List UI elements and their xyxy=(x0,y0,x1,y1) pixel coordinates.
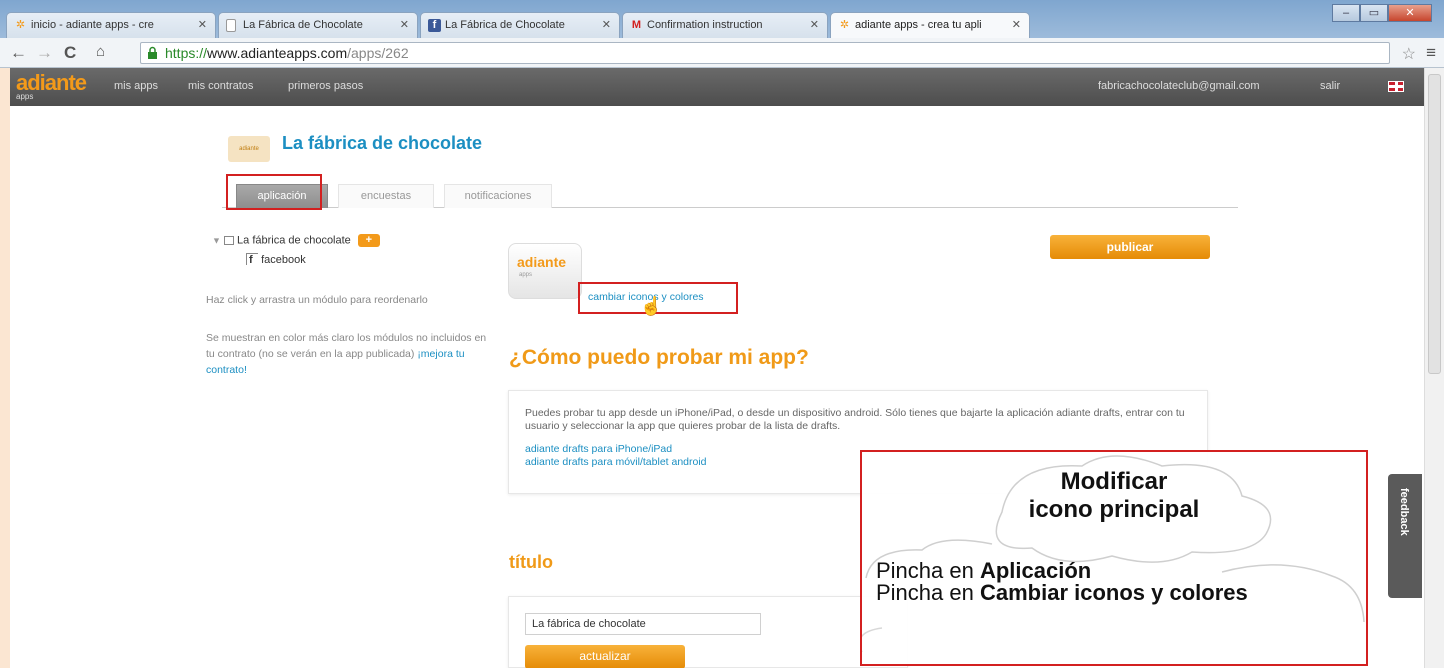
forward-icon[interactable]: → xyxy=(36,43,53,63)
scrollbar-thumb[interactable] xyxy=(1428,74,1441,374)
title-box: actualizar xyxy=(508,596,908,668)
browser-tab[interactable]: M Confirmation instruction ✕ xyxy=(622,12,828,38)
drafts-android-link[interactable]: adiante drafts para móvil/tablet android xyxy=(525,456,707,468)
app-title: La fábrica de chocolate xyxy=(282,133,483,153)
tree-root-item[interactable]: ▼ La fábrica de chocolate + xyxy=(212,234,380,247)
gmail-favicon-icon: M xyxy=(631,19,642,31)
close-tab-icon[interactable]: ✕ xyxy=(602,18,611,31)
nav-mis-contratos[interactable]: mis contratos xyxy=(188,80,253,92)
test-description: Puedes probar tu app desde un iPhone/iPa… xyxy=(525,407,1185,432)
callout-heading-line1: Modificar xyxy=(1060,468,1168,495)
lock-icon xyxy=(148,46,157,59)
maximize-icon[interactable]: ▭ xyxy=(1360,4,1388,22)
callout-step-1: Pincha en Aplicación xyxy=(876,558,1092,583)
tutorial-callout: Modificar icono principal Pincha en Apli… xyxy=(860,450,1368,666)
tab-notificaciones[interactable]: notificaciones xyxy=(444,184,552,208)
tab-strip: ✲ inicio - adiante apps - cre ✕ La Fábri… xyxy=(0,0,1444,38)
page-scrollbar[interactable] xyxy=(1424,68,1444,668)
test-heading: ¿Cómo puedo probar mi app? xyxy=(509,346,809,369)
reorder-hint: Haz click y arrastra un módulo para reor… xyxy=(206,294,428,306)
app-thumbnail: adiante xyxy=(228,136,270,162)
collapse-arrow-icon[interactable]: ▼ xyxy=(212,235,221,245)
browser-tab-active[interactable]: ✲ adiante apps - crea tu apli ✕ xyxy=(830,12,1030,38)
app-title-input[interactable] xyxy=(525,613,761,635)
logout-link[interactable]: salir xyxy=(1320,80,1340,92)
adiante-logo[interactable]: adiante apps xyxy=(16,70,87,101)
browser-tab[interactable]: ✲ inicio - adiante apps - cre ✕ xyxy=(6,12,216,38)
window-controls: – ▭ ✕ xyxy=(1332,4,1432,22)
menu-icon[interactable]: ≡ xyxy=(1426,43,1436,63)
folder-icon xyxy=(223,236,234,245)
reload-icon[interactable]: C xyxy=(64,43,76,63)
title-heading: título xyxy=(509,552,553,572)
drafts-ios-link[interactable]: adiante drafts para iPhone/iPad xyxy=(525,443,672,455)
back-icon[interactable]: ← xyxy=(10,43,27,63)
minimize-icon[interactable]: – xyxy=(1332,4,1360,22)
publish-button[interactable]: publicar xyxy=(1050,235,1210,259)
nav-mis-apps[interactable]: mis apps xyxy=(114,80,158,92)
nav-primeros-pasos[interactable]: primeros pasos xyxy=(288,80,363,92)
callout-step-2: Pincha en Cambiar iconos y colores xyxy=(876,580,1248,605)
close-tab-icon[interactable]: ✕ xyxy=(810,18,819,31)
tree-child-label: facebook xyxy=(261,254,306,266)
app-tabs: aplicación encuestas notificaciones xyxy=(222,184,1238,208)
app-navbar: adiante apps mis apps mis contratos prim… xyxy=(10,68,1424,106)
home-icon[interactable]: ⌂ xyxy=(96,43,105,60)
update-button[interactable]: actualizar xyxy=(525,645,685,668)
callout-steps: Pincha en Aplicación Pincha en Cambiar i… xyxy=(876,560,1356,604)
adiante-favicon-icon: ✲ xyxy=(15,19,26,31)
browser-tab[interactable]: La Fábrica de Chocolate ✕ xyxy=(218,12,418,38)
tree-root-label: La fábrica de chocolate xyxy=(237,234,351,247)
browser-chrome: ✲ inicio - adiante apps - cre ✕ La Fábri… xyxy=(0,0,1444,68)
bookmark-star-icon[interactable]: ☆ xyxy=(1402,44,1416,64)
callout-heading-line2: icono principal xyxy=(1028,496,1200,523)
browser-tab[interactable]: f La Fábrica de Chocolate ✕ xyxy=(420,12,620,38)
main-app-icon[interactable]: adiante apps xyxy=(508,243,582,299)
close-tab-icon[interactable]: ✕ xyxy=(400,18,409,31)
tree-child-item[interactable]: f facebook xyxy=(246,253,380,266)
module-tree: ▼ La fábrica de chocolate + f facebook xyxy=(212,234,380,266)
adiante-favicon-icon: ✲ xyxy=(839,19,850,31)
close-tab-icon[interactable]: ✕ xyxy=(1012,18,1021,31)
close-window-icon[interactable]: ✕ xyxy=(1388,4,1432,22)
feedback-tab[interactable]: feedback xyxy=(1388,474,1422,598)
uk-flag-icon[interactable] xyxy=(1388,81,1404,92)
address-bar[interactable]: https://www.adianteapps.com/apps/262 xyxy=(140,42,1390,64)
highlight-tab-aplicacion xyxy=(226,174,322,210)
facebook-module-icon: f xyxy=(246,253,258,266)
add-module-button[interactable]: + xyxy=(357,234,380,247)
contract-note: Se muestran en color más claro los módul… xyxy=(206,332,487,376)
hand-cursor-icon: ☝ xyxy=(640,296,663,316)
page-favicon-icon xyxy=(226,19,236,32)
user-email[interactable]: fabricachocolateclub@gmail.com xyxy=(1098,80,1260,92)
tab-encuestas[interactable]: encuestas xyxy=(338,184,434,208)
close-tab-icon[interactable]: ✕ xyxy=(198,18,207,31)
browser-toolbar: ← → C ⌂ https://www.adianteapps.com/apps… xyxy=(0,38,1444,68)
facebook-favicon-icon: f xyxy=(428,19,441,32)
